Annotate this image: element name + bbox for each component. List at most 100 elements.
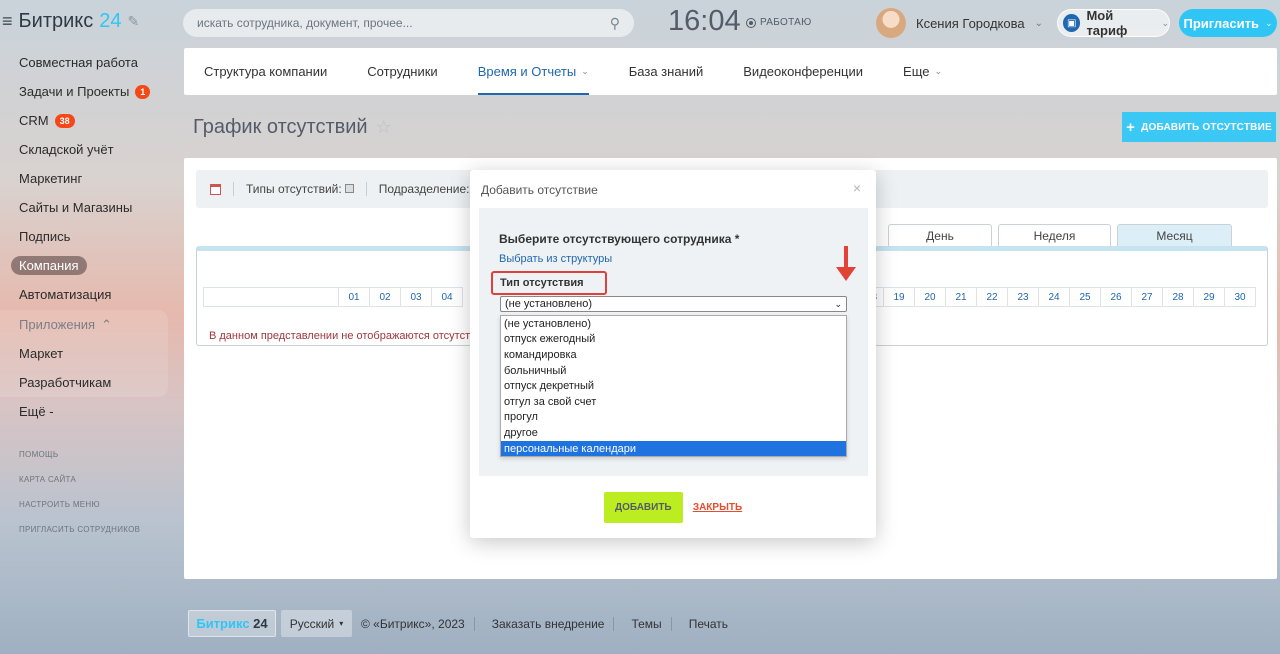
chevron-down-icon: ⌄	[1264, 17, 1273, 28]
sidebar-item-label: Ещё -	[19, 404, 54, 419]
sidebar-item-inventory[interactable]: Складской учёт	[0, 135, 172, 164]
tariff-button[interactable]: ▣ Мой тариф ⌄	[1057, 8, 1170, 38]
sidebar-item-sites[interactable]: Сайты и Магазины	[0, 193, 172, 222]
tab-time-reports[interactable]: Время и Отчеты ⌄	[477, 48, 589, 95]
day-cell[interactable]: 30	[1225, 287, 1256, 307]
option-item[interactable]: больничный	[501, 363, 846, 379]
day-cell[interactable]: 04	[432, 287, 463, 307]
option-item[interactable]: другое	[501, 425, 846, 441]
divider	[233, 182, 234, 196]
sidebar-item-sign[interactable]: Подпись	[0, 222, 172, 251]
select-value: (не установлено)	[505, 298, 592, 310]
day-cell[interactable]: 03	[401, 287, 432, 307]
day-cell[interactable]: 01	[339, 287, 370, 307]
sidebar-item-label: Задачи и Проекты	[19, 84, 130, 99]
sidebar-item-tasks[interactable]: Задачи и Проекты 1	[0, 77, 172, 106]
sidebar-item-collaboration[interactable]: Совместная работа	[0, 48, 172, 77]
sidebar-item-label: Подпись	[19, 229, 71, 244]
filter-label: Типы отсутствий:	[246, 182, 342, 196]
day-cell[interactable]: 02	[370, 287, 401, 307]
logo[interactable]: ≡ Битрикс 24 ✎	[2, 10, 139, 33]
sidebar-link-help[interactable]: ПОМОЩЬ	[0, 442, 172, 467]
work-status-label: РАБОТАЮ	[760, 17, 812, 28]
close-button[interactable]: ЗАКРЫТЬ	[693, 502, 742, 513]
sidebar-item-market[interactable]: Маркет	[0, 339, 168, 368]
sidebar-group-apps: Приложения ⌃ Маркет Разработчикам	[0, 310, 168, 397]
absence-type-options: (не установлено) отпуск ежегодный команд…	[500, 315, 847, 458]
sidebar-item-developers[interactable]: Разработчикам	[0, 368, 168, 397]
choose-from-structure-link[interactable]: Выбрать из структуры	[499, 253, 612, 265]
work-status[interactable]: РАБОТАЮ	[746, 17, 812, 28]
arrow-down-icon	[836, 246, 856, 286]
tab-video[interactable]: Видеоконференции	[743, 48, 863, 95]
sidebar-item-more[interactable]: Ещё -	[0, 397, 172, 426]
sidebar-item-company[interactable]: Компания	[0, 251, 172, 280]
option-item[interactable]: отпуск ежегодный	[501, 332, 846, 348]
tab-more[interactable]: Еще ⌄	[903, 48, 942, 95]
day-cell[interactable]: 23	[1008, 287, 1039, 307]
day-cell[interactable]: 26	[1101, 287, 1132, 307]
tab-structure[interactable]: Структура компании	[204, 48, 327, 95]
tab-label: Еще	[903, 64, 930, 79]
footer-logo[interactable]: Битрикс 24	[188, 610, 276, 637]
search-bar[interactable]: ⚲	[183, 9, 634, 37]
absence-type-select[interactable]: (не установлено) ⌄	[500, 296, 847, 312]
footer-link-themes[interactable]: Темы	[622, 616, 672, 631]
sidebar: Совместная работа Задачи и Проекты 1 CRM 3…	[0, 48, 172, 542]
sidebar-link-invite[interactable]: ПРИГЛАСИТЬ СОТРУДНИКОВ	[0, 517, 172, 542]
search-icon[interactable]: ⚲	[610, 15, 620, 32]
day-cell[interactable]: 21	[946, 287, 977, 307]
tab-employees[interactable]: Сотрудники	[367, 48, 437, 95]
option-item[interactable]: прогул	[501, 410, 846, 426]
option-item[interactable]: (не установлено)	[501, 316, 846, 332]
add-absence-label: ДОБАВИТЬ ОТСУТСТВИЕ	[1141, 121, 1272, 133]
footer-link-print[interactable]: Печать	[680, 617, 737, 631]
day-cell[interactable]: 27	[1132, 287, 1163, 307]
day-cell[interactable]: 25	[1070, 287, 1101, 307]
day-cell[interactable]: 28	[1163, 287, 1194, 307]
user-menu[interactable]: Ксения Городкова ⌄	[876, 8, 1043, 38]
tab-week[interactable]: Неделя	[998, 224, 1111, 246]
tab-label: Время и Отчеты	[477, 64, 577, 79]
option-item[interactable]: отгул за свой счет	[501, 394, 846, 410]
absence-types-filter[interactable]: Типы отсутствий:	[246, 182, 354, 196]
search-input[interactable]	[197, 16, 610, 30]
sidebar-item-label: Складской учёт	[19, 142, 114, 157]
language-label: Русский	[289, 616, 335, 631]
close-icon[interactable]: ×	[853, 180, 861, 196]
add-absence-button[interactable]: + ДОБАВИТЬ ОТСУТСТВИЕ	[1122, 112, 1276, 142]
tab-day[interactable]: День	[888, 224, 992, 246]
tab-knowledge[interactable]: База знаний	[629, 48, 704, 95]
footer-link-order[interactable]: Заказать внедрение	[483, 616, 615, 631]
add-button[interactable]: ДОБАВИТЬ	[603, 492, 683, 523]
star-icon[interactable]: ☆	[376, 117, 392, 138]
day-cell[interactable]: 24	[1039, 287, 1070, 307]
sidebar-link-sitemap[interactable]: КАРТА САЙТА	[0, 467, 172, 492]
sidebar-item-crm[interactable]: CRM 38	[0, 106, 172, 135]
dialog-footer: ДОБАВИТЬ ЗАКРЫТЬ	[470, 492, 876, 523]
invite-button[interactable]: Пригласить ⌄	[1179, 9, 1277, 37]
sidebar-item-label: Сайты и Магазины	[19, 200, 133, 215]
sidebar-group-header[interactable]: Приложения ⌃	[0, 310, 168, 339]
checkbox-icon[interactable]	[344, 184, 354, 193]
tariff-label: Мой тариф	[1086, 8, 1128, 38]
day-cell[interactable]: 20	[915, 287, 946, 307]
divider	[365, 182, 367, 196]
language-select[interactable]: Русский ▾	[281, 610, 352, 637]
option-item-selected[interactable]: персональные календари	[501, 440, 846, 457]
sidebar-item-automation[interactable]: Автоматизация	[0, 280, 172, 309]
avatar[interactable]	[876, 8, 906, 38]
calendar-icon[interactable]	[210, 183, 221, 195]
clock[interactable]: 16:04	[668, 5, 741, 38]
option-item[interactable]: отпуск декретный	[501, 378, 846, 394]
day-cell[interactable]: 29	[1194, 287, 1225, 307]
option-item[interactable]: командировка	[501, 347, 846, 363]
sidebar-item-marketing[interactable]: Маркетинг	[0, 164, 172, 193]
day-cell[interactable]: 19	[884, 287, 915, 307]
sidebar-link-configure[interactable]: НАСТРОИТЬ МЕНЮ	[0, 492, 172, 517]
menu-icon[interactable]: ≡	[2, 11, 13, 32]
tab-month[interactable]: Месяц	[1117, 224, 1232, 246]
pencil-icon[interactable]: ✎	[128, 13, 140, 30]
counter-badge: 1	[135, 84, 151, 99]
day-cell[interactable]: 22	[977, 287, 1008, 307]
